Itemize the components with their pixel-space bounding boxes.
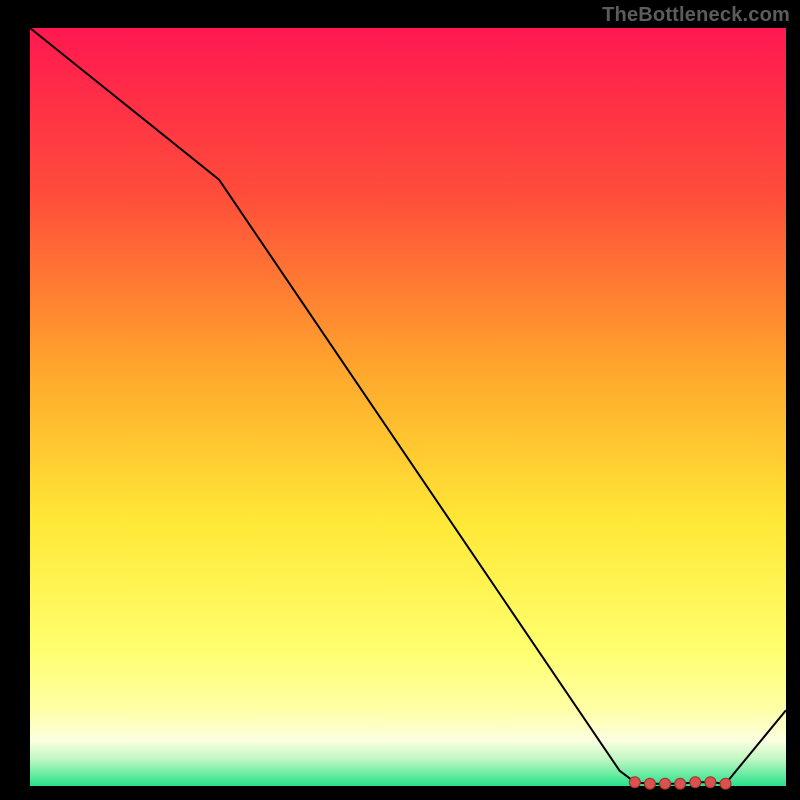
curve-marker (705, 777, 716, 788)
curve-marker (629, 777, 640, 788)
plot-area (30, 28, 786, 786)
curve-marker (660, 778, 671, 789)
curve-marker (690, 777, 701, 788)
chart-container: TheBottleneck.com (0, 0, 800, 800)
curve-marker (675, 778, 686, 789)
bottleneck-chart (0, 0, 800, 800)
curve-marker (720, 778, 731, 789)
curve-marker (644, 778, 655, 789)
